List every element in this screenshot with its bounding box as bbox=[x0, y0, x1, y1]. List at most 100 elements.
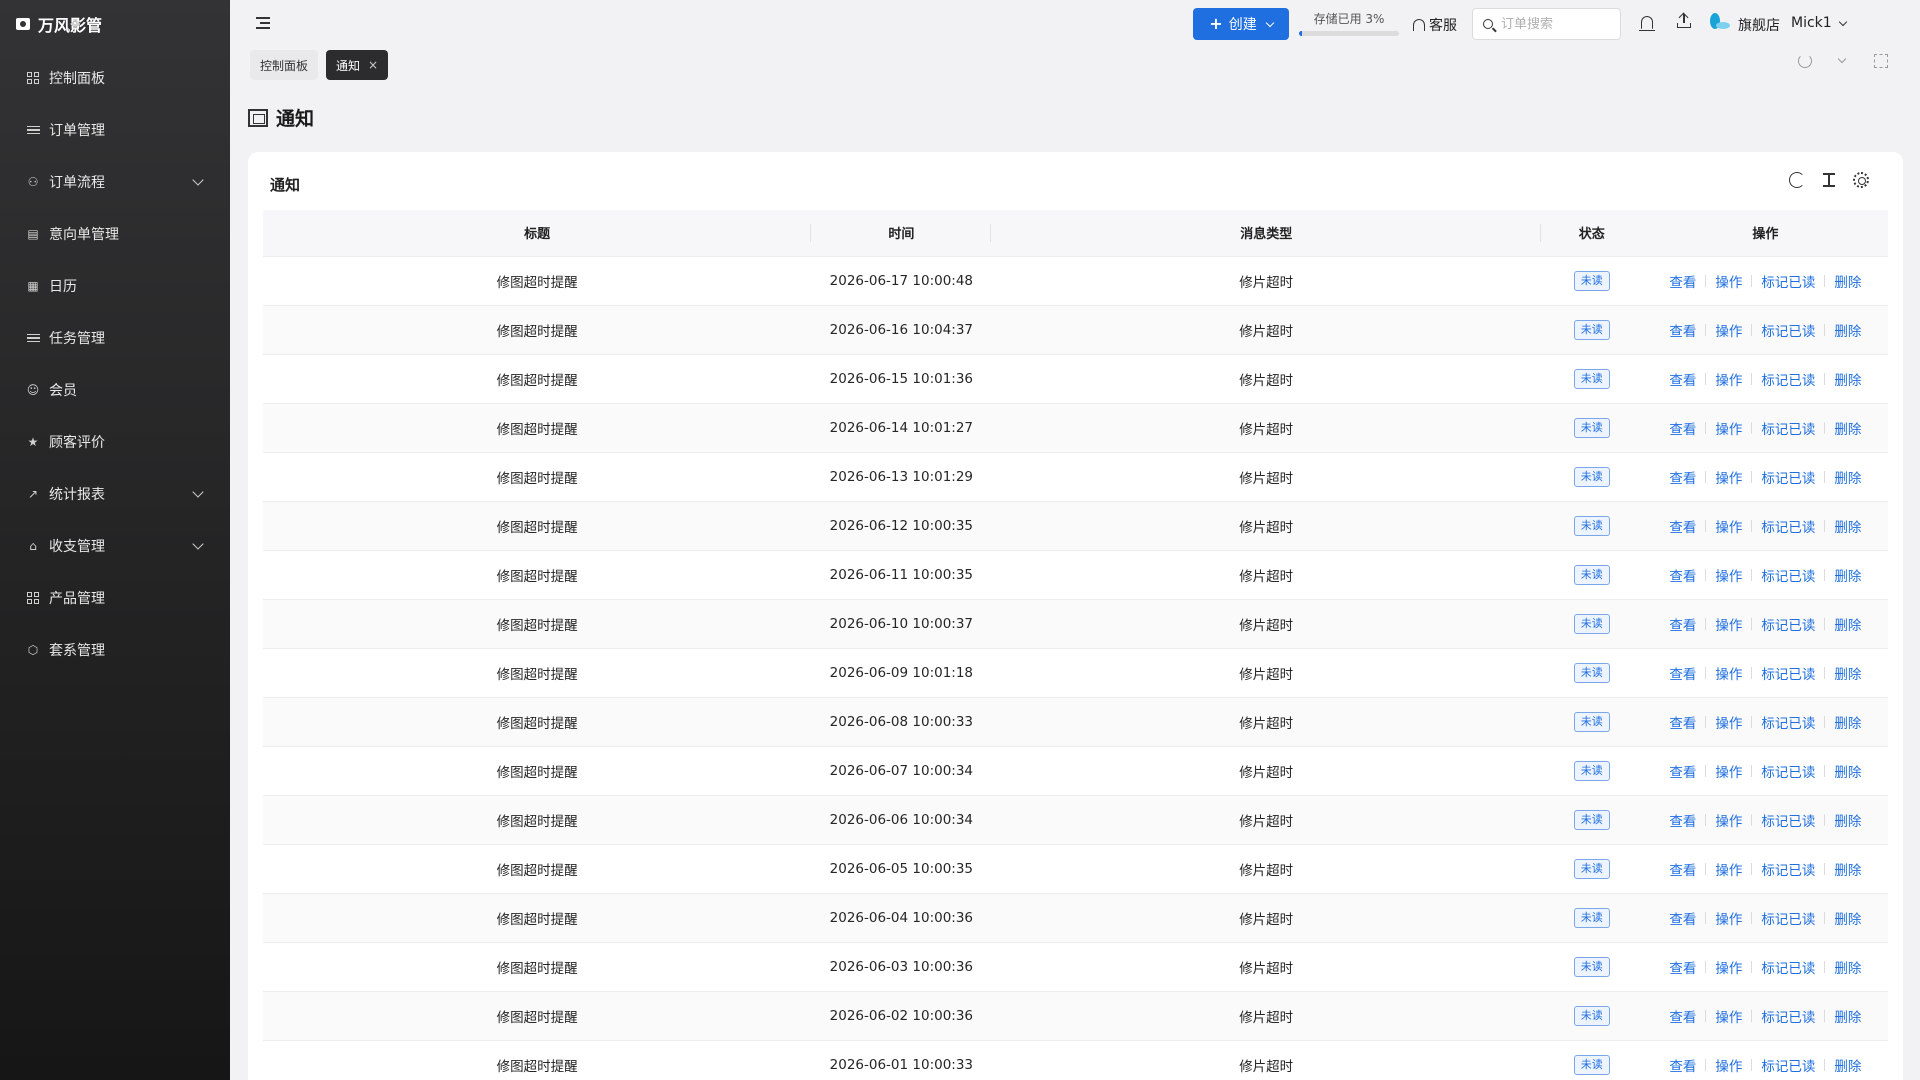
action-link[interactable]: 查看 bbox=[1660, 957, 1705, 977]
action-link[interactable]: 操作 bbox=[1706, 516, 1751, 536]
action-link[interactable]: 标记已读 bbox=[1752, 712, 1824, 732]
close-icon[interactable]: × bbox=[368, 58, 378, 72]
action-link[interactable]: 操作 bbox=[1706, 320, 1751, 340]
action-link[interactable]: 删除 bbox=[1825, 418, 1870, 438]
action-link[interactable]: 标记已读 bbox=[1752, 565, 1824, 585]
action-link[interactable]: 操作 bbox=[1706, 810, 1751, 830]
action-link[interactable]: 删除 bbox=[1825, 320, 1870, 340]
bell-icon[interactable] bbox=[1639, 16, 1655, 31]
sidebar-item[interactable]: ▤ 意向单管理 bbox=[0, 208, 230, 260]
action-link[interactable]: 操作 bbox=[1706, 418, 1751, 438]
table-row[interactable]: 修图超时提醒 2026-06-06 10:00:34 修片超时 未读 查看 操作 标记已读删… bbox=[263, 795, 1888, 845]
sidebar-item[interactable]: ▦ 日历 bbox=[0, 260, 230, 312]
action-link[interactable]: 标记已读 bbox=[1752, 1055, 1824, 1075]
action-link[interactable]: 查看 bbox=[1660, 712, 1705, 732]
action-link[interactable]: 删除 bbox=[1825, 614, 1870, 634]
action-link[interactable]: 查看 bbox=[1660, 810, 1705, 830]
refresh-icon[interactable] bbox=[1798, 54, 1812, 68]
sidebar-item[interactable]: ⬡ 套系管理 bbox=[0, 624, 230, 676]
chevron-down-icon[interactable] bbox=[192, 174, 204, 186]
column-header-status[interactable]: 状态 bbox=[1540, 210, 1643, 257]
sidebar-item[interactable]: ⚇ 订单流程 bbox=[0, 156, 230, 208]
action-link[interactable]: 操作 bbox=[1706, 467, 1751, 487]
action-link[interactable]: 操作 bbox=[1706, 663, 1751, 683]
table-row[interactable]: 修图超时提醒 2026-06-02 10:00:36 修片超时 未读 查看 操作 标记已读删… bbox=[263, 991, 1888, 1041]
chevron-down-icon[interactable] bbox=[192, 538, 204, 550]
action-link[interactable]: 标记已读 bbox=[1752, 761, 1824, 781]
table-row[interactable]: 修图超时提醒 2026-06-07 10:00:34 修片超时 未读 查看 操作 标记已读删… bbox=[263, 746, 1888, 796]
chevron-down-icon[interactable] bbox=[1836, 54, 1850, 68]
action-link[interactable]: 删除 bbox=[1825, 663, 1870, 683]
action-link[interactable]: 删除 bbox=[1825, 908, 1870, 928]
sidebar-item[interactable]: 控制面板 bbox=[0, 52, 230, 104]
action-link[interactable]: 标记已读 bbox=[1752, 516, 1824, 536]
create-button[interactable]: + 创建 bbox=[1193, 8, 1289, 40]
order-search[interactable] bbox=[1472, 8, 1621, 40]
table-row[interactable]: 修图超时提醒 2026-06-11 10:00:35 修片超时 未读 查看 操作 标记已读删… bbox=[263, 550, 1888, 600]
table-row[interactable]: 修图超时提醒 2026-06-09 10:01:18 修片超时 未读 查看 操作 标记已读删… bbox=[263, 648, 1888, 698]
action-link[interactable]: 操作 bbox=[1706, 957, 1751, 977]
action-link[interactable]: 删除 bbox=[1825, 712, 1870, 732]
action-link[interactable]: 删除 bbox=[1825, 1055, 1870, 1075]
action-link[interactable]: 查看 bbox=[1660, 614, 1705, 634]
table-row[interactable]: 修图超时提醒 2026-06-08 10:00:33 修片超时 未读 查看 操作 标记已读删… bbox=[263, 697, 1888, 747]
action-link[interactable]: 查看 bbox=[1660, 418, 1705, 438]
action-link[interactable]: 标记已读 bbox=[1752, 908, 1824, 928]
action-link[interactable]: 查看 bbox=[1660, 467, 1705, 487]
table-row[interactable]: 修图超时提醒 2026-06-01 10:00:33 修片超时 未读 查看 操作 标记已读删… bbox=[263, 1040, 1888, 1080]
table-row[interactable]: 修图超时提醒 2026-06-15 10:01:36 修片超时 未读 查看 操作 标记已读删… bbox=[263, 354, 1888, 404]
action-link[interactable]: 操作 bbox=[1706, 908, 1751, 928]
store-name[interactable]: 旗舰店 bbox=[1738, 15, 1780, 35]
action-link[interactable]: 删除 bbox=[1825, 761, 1870, 781]
action-link[interactable]: 标记已读 bbox=[1752, 418, 1824, 438]
sidebar-item[interactable]: ★ 顾客评价 bbox=[0, 416, 230, 468]
table-row[interactable]: 修图超时提醒 2026-06-12 10:00:35 修片超时 未读 查看 操作 标记已读删… bbox=[263, 501, 1888, 551]
table-row[interactable]: 修图超时提醒 2026-06-17 10:00:48 修片超时 未读 查看 操作 标记已读删… bbox=[263, 256, 1888, 306]
action-link[interactable]: 删除 bbox=[1825, 467, 1870, 487]
sidebar-item[interactable]: ⌂ 收支管理 bbox=[0, 520, 230, 572]
table-row[interactable]: 修图超时提醒 2026-06-03 10:00:36 修片超时 未读 查看 操作 标记已读删… bbox=[263, 942, 1888, 992]
action-link[interactable]: 删除 bbox=[1825, 271, 1870, 291]
action-link[interactable]: 查看 bbox=[1660, 1006, 1705, 1026]
action-link[interactable]: 标记已读 bbox=[1752, 859, 1824, 879]
action-link[interactable]: 标记已读 bbox=[1752, 1006, 1824, 1026]
action-link[interactable]: 操作 bbox=[1706, 712, 1751, 732]
tab-notifications[interactable]: 通知 × bbox=[326, 50, 389, 80]
sidebar-item[interactable]: ☺ 会员 bbox=[0, 364, 230, 416]
action-link[interactable]: 操作 bbox=[1706, 565, 1751, 585]
sidebar-item[interactable]: 产品管理 bbox=[0, 572, 230, 624]
gear-icon[interactable] bbox=[1853, 172, 1869, 188]
column-height-icon[interactable] bbox=[1821, 172, 1837, 188]
tab-dashboard[interactable]: 控制面板 bbox=[250, 50, 319, 80]
action-link[interactable]: 查看 bbox=[1660, 516, 1705, 536]
refresh-icon[interactable] bbox=[1789, 172, 1805, 188]
action-link[interactable]: 标记已读 bbox=[1752, 614, 1824, 634]
action-link[interactable]: 删除 bbox=[1825, 516, 1870, 536]
table-row[interactable]: 修图超时提醒 2026-06-10 10:00:37 修片超时 未读 查看 操作 标记已读删… bbox=[263, 599, 1888, 649]
action-link[interactable]: 标记已读 bbox=[1752, 271, 1824, 291]
chevron-down-icon[interactable] bbox=[192, 486, 204, 498]
sidebar-item[interactable]: 订单管理 bbox=[0, 104, 230, 156]
sidebar-item[interactable]: ↗ 统计报表 bbox=[0, 468, 230, 520]
menu-toggle-icon[interactable] bbox=[256, 17, 270, 29]
order-search-input[interactable] bbox=[1501, 16, 1606, 32]
action-link[interactable]: 查看 bbox=[1660, 663, 1705, 683]
action-link[interactable]: 操作 bbox=[1706, 1006, 1751, 1026]
action-link[interactable]: 查看 bbox=[1660, 320, 1705, 340]
table-row[interactable]: 修图超时提醒 2026-06-13 10:01:29 修片超时 未读 查看 操作 标记已读删… bbox=[263, 452, 1888, 502]
action-link[interactable]: 查看 bbox=[1660, 565, 1705, 585]
action-link[interactable]: 标记已读 bbox=[1752, 467, 1824, 487]
column-header-time[interactable]: 时间 bbox=[811, 210, 992, 257]
customer-service-button[interactable]: 客服 bbox=[1413, 15, 1457, 35]
action-link[interactable]: 查看 bbox=[1660, 271, 1705, 291]
action-link[interactable]: 操作 bbox=[1706, 761, 1751, 781]
action-link[interactable]: 操作 bbox=[1706, 369, 1751, 389]
sidebar-item[interactable]: 任务管理 bbox=[0, 312, 230, 364]
action-link[interactable]: 查看 bbox=[1660, 761, 1705, 781]
action-link[interactable]: 删除 bbox=[1825, 369, 1870, 389]
action-link[interactable]: 操作 bbox=[1706, 1055, 1751, 1075]
action-link[interactable]: 标记已读 bbox=[1752, 320, 1824, 340]
action-link[interactable]: 删除 bbox=[1825, 957, 1870, 977]
action-link[interactable]: 标记已读 bbox=[1752, 810, 1824, 830]
action-link[interactable]: 操作 bbox=[1706, 614, 1751, 634]
